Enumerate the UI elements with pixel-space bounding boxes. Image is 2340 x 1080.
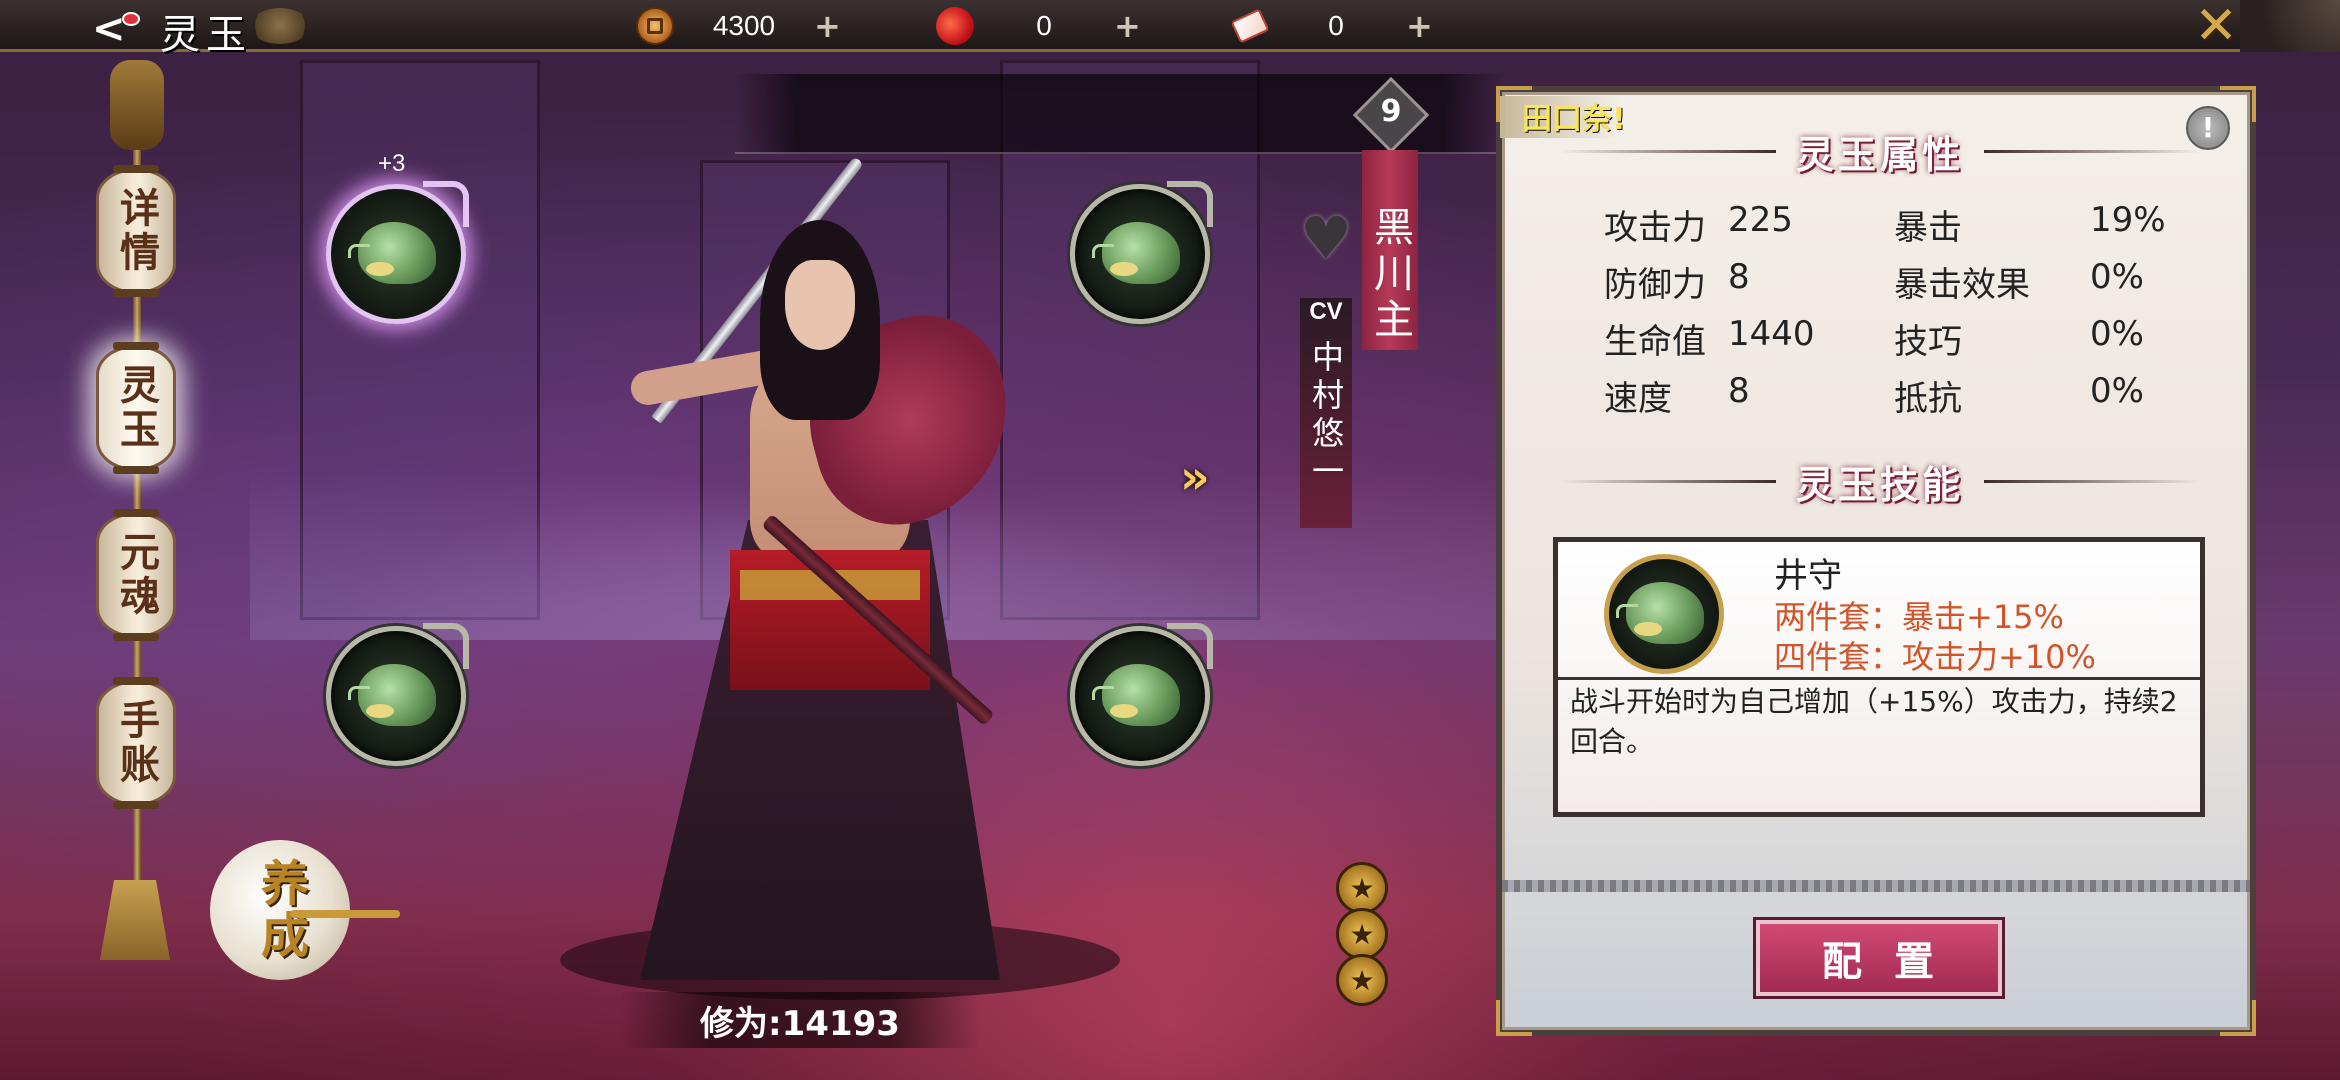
fish-spirit-icon [348,214,444,294]
cv-name: 中村悠一 [1307,340,1345,492]
stat-value: 19% [2090,200,2166,240]
stat-row: 防御力 8 暴击效果 0% [1604,257,2204,314]
stat-value: 0% [2090,314,2144,354]
back-arrow-icon: < [92,6,126,52]
decorative-band [1502,880,2250,892]
heart-icon[interactable] [1300,204,1352,272]
stat-name: 暴击 [1894,208,1962,248]
soul-jade-slot-4[interactable] [1070,623,1213,766]
attr-title: 灵玉属性 [1796,131,1965,177]
close-button[interactable]: ✕ [2186,0,2246,52]
back-button[interactable]: < [86,4,140,52]
stat-name: 速度 [1604,379,1672,419]
magatama-value: 0 [1036,10,1052,41]
stat-name: 生命值 [1604,322,1706,362]
fish-spirit-icon [1092,656,1188,736]
stat-value: 1440 [1728,314,1815,354]
fish-spirit-icon [1604,554,1724,674]
soul-jade-slot-2[interactable] [1070,181,1213,324]
brush-stroke-icon [290,910,400,918]
top-bar: < 灵玉 4300 + 0 + 0 + ✕ [0,0,2340,58]
stat-name: 抵抗 [1894,379,1962,419]
skill-box: 井守 两件套：暴击+15% 四件套：攻击力+10% 战斗开始时为自己增加（+15… [1553,537,2205,817]
currency-magatama: 0 + [930,1,1141,51]
sidebar-item-label: 元魂 [113,531,160,619]
stat-row: 攻击力 225 暴击 19% [1604,200,2204,257]
coin-icon [636,7,674,45]
currency-ticket: 0 + [1230,7,1433,45]
sidebar-item-label: 详情 [113,187,160,275]
sidebar-item-soul-jade[interactable]: 灵玉 [96,342,176,474]
ticket-value: 0 [1328,10,1344,41]
character-name-banner: 黑川主 [1362,150,1418,350]
star-coins: ★ ★ ★ [1336,862,1390,1006]
currency-coin: 4300 + [636,7,841,45]
stat-value: 8 [1728,257,1750,297]
notification-dot-icon [122,12,140,26]
soul-jade-slot-3[interactable] [326,623,469,766]
title-ornament-icon [250,8,310,44]
sidebar-item-soul[interactable]: 元魂 [96,509,176,641]
skill-description: 战斗开始时为自己增加（+15%）攻击力，持续2回合。 [1570,685,2178,758]
star-coin-icon: ★ [1336,954,1388,1006]
cultivation-value: 修为:14193 [620,992,980,1048]
character-model [560,220,1060,1000]
stat-row: 速度 8 抵抗 0% [1604,371,2204,428]
fish-spirit-icon [348,656,444,736]
sidebar-item-label: 手账 [113,699,160,787]
character-name: 黑川主 [1367,206,1413,344]
sidebar-item-notebook[interactable]: 手账 [96,677,176,809]
level-value: 9 [1380,94,1402,129]
star-coin-icon: ★ [1336,908,1388,960]
sidebar-item-details[interactable]: 详情 [96,165,176,297]
add-coin-button[interactable]: + [814,7,841,45]
skill-set-4: 四件套：攻击力+10% [1774,638,2096,676]
configure-button[interactable]: 配置 [1756,920,2002,996]
skill-name: 井守 [1774,556,1842,596]
stat-value: 0% [2090,257,2144,297]
add-magatama-button[interactable]: + [1114,7,1141,45]
fish-spirit-icon [1092,214,1188,294]
rope-knot-icon [110,60,164,150]
skill-header: 井守 两件套：暴击+15% 四件套：攻击力+10% [1558,542,2200,680]
coin-value: 4300 [712,10,776,41]
star-coin-icon: ★ [1336,862,1388,914]
stat-value: 0% [2090,371,2144,411]
slot-level: +3 [378,150,406,177]
sidebar-item-label: 灵玉 [113,364,160,452]
stat-row: 生命值 1440 技巧 0% [1604,314,2204,371]
double-chevron-right-icon: » [1180,450,1209,504]
skill-title: 灵玉技能 [1796,461,1965,507]
stat-name: 防御力 [1604,265,1706,305]
ticket-icon [1230,8,1270,44]
skill-section-title: 灵玉技能 [1540,458,2220,507]
stat-name: 攻击力 [1604,208,1706,248]
fan-decoration-icon [2240,0,2340,52]
cv-label: CV [1309,298,1343,325]
attr-section-title: 灵玉属性 [1540,128,2220,177]
cultivate-button[interactable]: 养成 [210,840,400,980]
add-ticket-button[interactable]: + [1406,7,1433,45]
forward-arrow-button[interactable]: » [1180,450,1260,506]
stat-name: 技巧 [1894,322,1962,362]
page-title: 灵玉 [160,12,252,58]
stats-table: 攻击力 225 暴击 19% 防御力 8 暴击效果 0% 生命值 1440 技巧… [1604,200,2204,428]
stat-name: 暴击效果 [1894,265,2030,305]
magatama-icon [930,1,980,51]
soul-jade-slot-1[interactable] [326,181,469,324]
stat-value: 8 [1728,371,1750,411]
stat-value: 225 [1728,200,1793,240]
